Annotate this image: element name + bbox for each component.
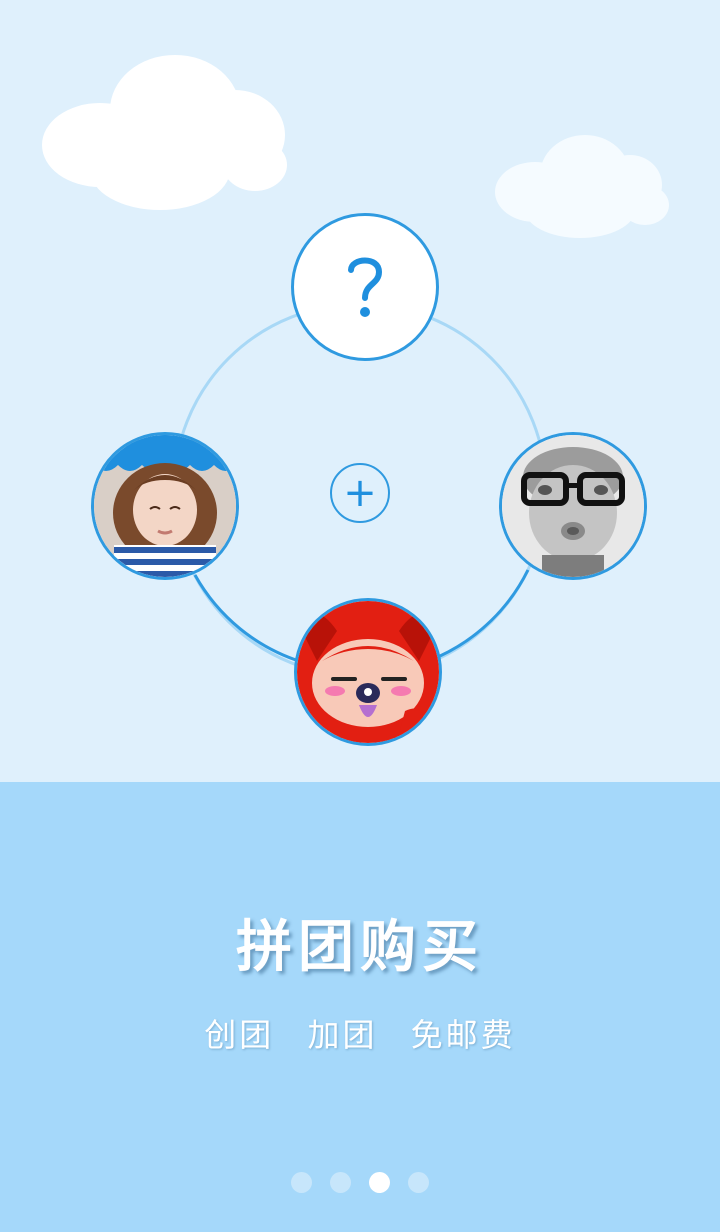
plus-icon: +	[343, 470, 377, 516]
add-member-button[interactable]: +	[330, 463, 390, 523]
subtitle-join-group: 加团	[307, 1016, 378, 1054]
avatar-boy-glasses	[499, 432, 647, 580]
page-dot-1[interactable]	[291, 1172, 312, 1193]
info-panel	[0, 782, 720, 1232]
illustration-area: +	[0, 0, 720, 782]
avatar-girl	[91, 432, 239, 580]
subtitle-free-shipping: 免邮费	[410, 1016, 516, 1054]
avatar-cartoon-fox	[294, 598, 442, 746]
boy-photo-icon	[502, 435, 644, 577]
page-indicator	[0, 1172, 720, 1193]
page-dot-3[interactable]	[369, 1172, 390, 1193]
girl-photo-icon	[94, 435, 236, 577]
subtitle-create-group: 创团	[204, 1016, 275, 1054]
cartoon-photo-icon	[297, 601, 439, 743]
mystery-member-slot	[291, 213, 439, 361]
page-title: 拼团购买	[236, 915, 484, 980]
question-mark-icon	[294, 216, 436, 358]
page-dot-2[interactable]	[330, 1172, 351, 1193]
page-subtitle: 创团 加团 免邮费	[0, 1010, 720, 1056]
page-dot-4[interactable]	[408, 1172, 429, 1193]
